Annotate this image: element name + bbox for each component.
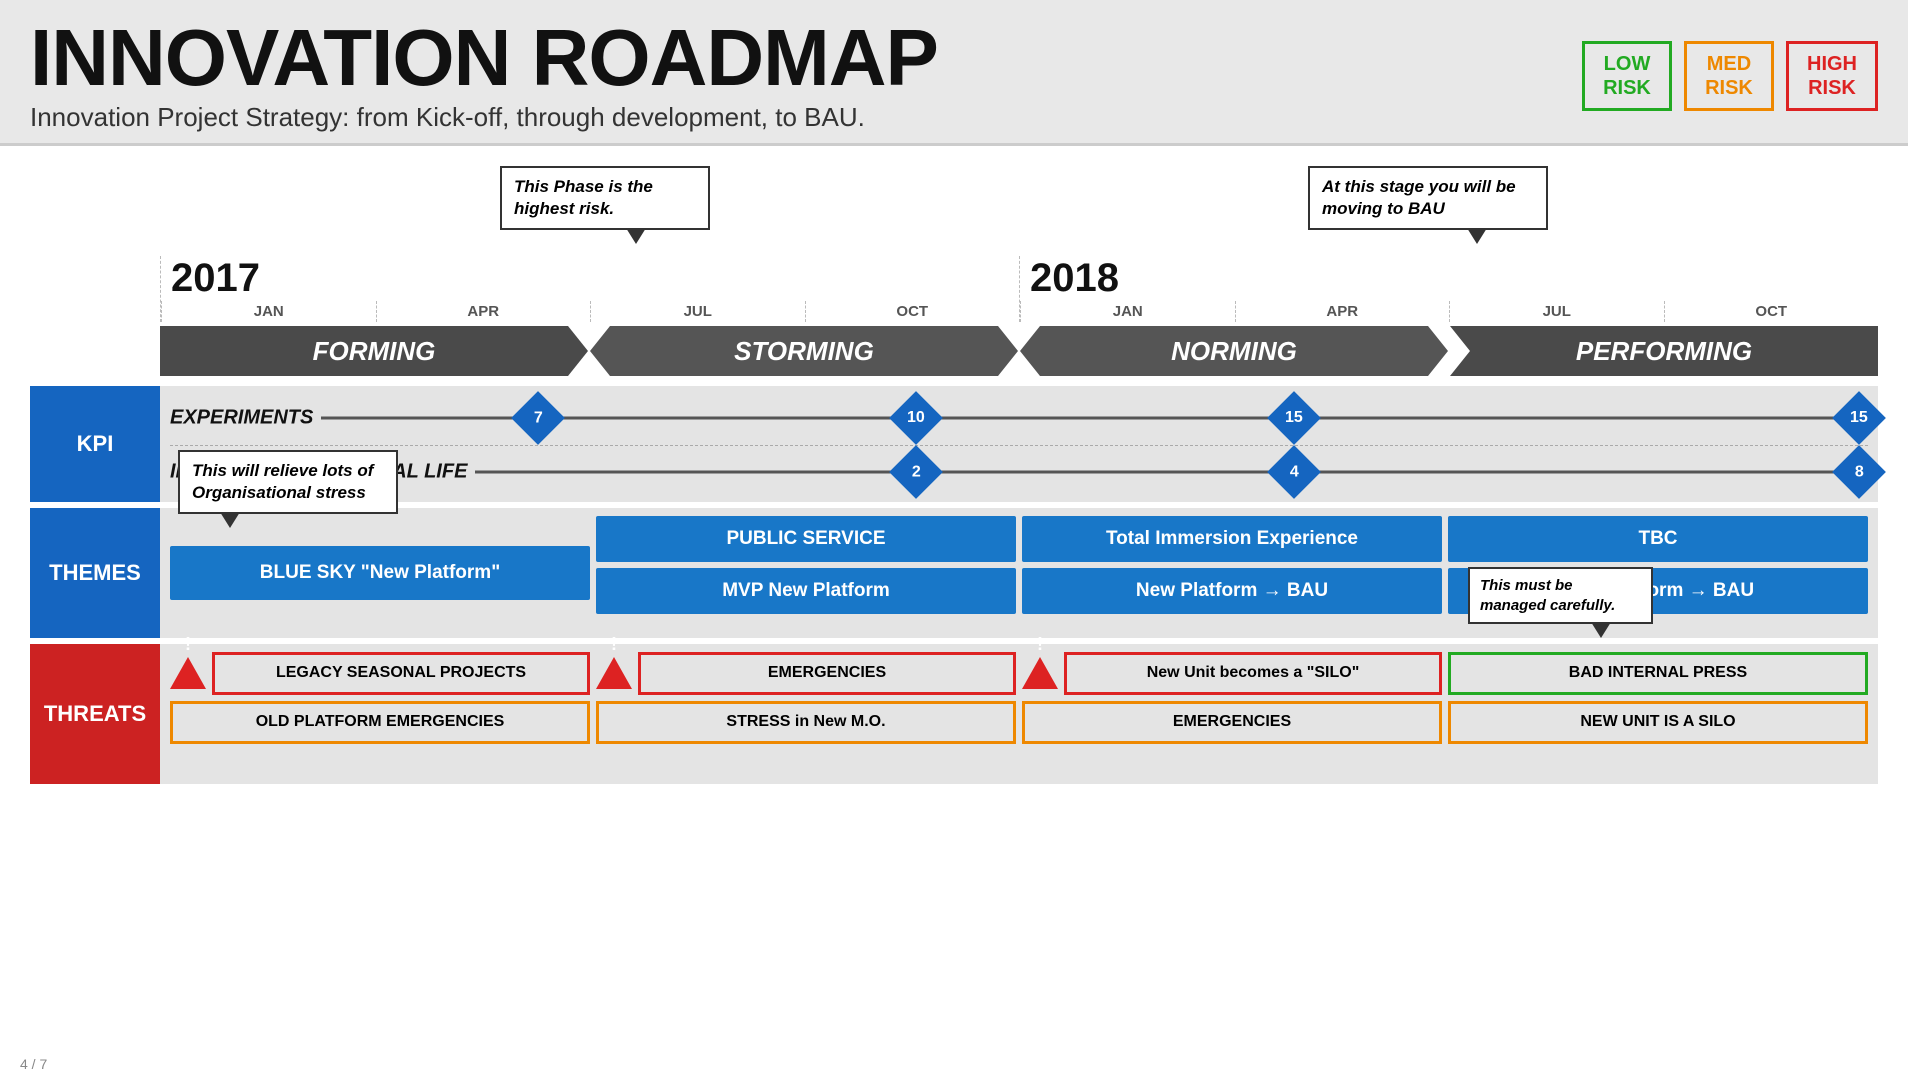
theme-public-service: PUBLIC SERVICE [596,516,1016,562]
threat-callout: This must be managed carefully. [1468,567,1653,624]
threat-emergencies-row: ! EMERGENCIES [596,652,1016,695]
header-left: INNOVATION ROADMAP Innovation Project St… [30,18,938,133]
exclaim-icon-2: ! [596,657,632,689]
kpi-content: EXPERIMENTS 7 10 15 15 INNOVATIONS INTO … [160,386,1878,502]
subtitle: Innovation Project Strategy: from Kick-o… [30,102,938,133]
storming-callout: This Phase is the highest risk. [500,166,710,230]
year-2017: 2017 [161,256,1019,301]
kpi-experiments-line [170,416,1868,419]
threat-new-unit-is-silo: NEW UNIT IS A SILO [1448,701,1868,744]
threat-old-platform: OLD PLATFORM EMERGENCIES [170,701,590,744]
performing-callout: At this stage you will be moving to BAU [1308,166,1548,230]
month-apr-2017: APR [376,301,591,322]
month-oct-2018: OCT [1664,301,1879,322]
themes-callout: This will relieve lots of Organisational… [178,450,398,514]
themes-col-2: PUBLIC SERVICE MVP New Platform [596,516,1016,630]
month-jan-2017: JAN [161,301,376,322]
threat-new-unit-silo: New Unit becomes a "SILO" [1064,652,1442,695]
month-apr-2018: APR [1235,301,1450,322]
kpi-diamond-4: 4 [1267,445,1321,499]
month-jul-2017: JUL [590,301,805,322]
threats-col-3: ! New Unit becomes a "SILO" EMERGENCIES [1022,652,1442,776]
month-jan-2018: JAN [1020,301,1235,322]
theme-total-immersion: Total Immersion Experience [1022,516,1442,562]
high-risk-badge: HIGHRISK [1786,41,1878,111]
threat-emergencies-1: EMERGENCIES [638,652,1016,695]
threat-legacy-seasonal: LEGACY SEASONAL PROJECTS [212,652,590,695]
themes-label: THEMES [30,508,160,638]
themes-col-1: BLUE SKY "New Platform" [170,516,590,630]
kpi-label: KPI [30,386,160,502]
risk-badges: LOWRISK MEDRISK HIGHRISK [1582,41,1878,111]
threats-content: ! LEGACY SEASONAL PROJECTS OLD PLATFORM … [160,644,1878,784]
kpi-diamond-10: 10 [889,391,943,445]
phase-forming: FORMING [160,326,588,376]
phase-norming: NORMING [1020,326,1448,376]
main-content: This Phase is the highest risk. At this … [0,146,1908,794]
header: INNOVATION ROADMAP Innovation Project St… [0,0,1908,146]
threat-legacy-row: ! LEGACY SEASONAL PROJECTS [170,652,590,695]
kpi-experiments-label: EXPERIMENTS [170,406,321,429]
threats-col-2: ! EMERGENCIES STRESS in New M.O. [596,652,1016,776]
threats-col-4: This must be managed carefully. BAD INTE… [1448,652,1868,776]
timeline-area: 2017 JAN APR JUL OCT 2018 JAN APR JUL [30,256,1878,376]
main-title: INNOVATION ROADMAP [30,18,938,98]
month-oct-2017: OCT [805,301,1020,322]
year-2018: 2018 [1020,256,1878,301]
threat-emergencies-2: EMERGENCIES [1022,701,1442,744]
exclaim-icon-1: ! [170,657,206,689]
kpi-diamond-7: 7 [511,391,565,445]
low-risk-badge: LOWRISK [1582,41,1672,111]
threats-label: THREATS [30,644,160,784]
threats-col-1: ! LEGACY SEASONAL PROJECTS OLD PLATFORM … [170,652,590,776]
month-jul-2018: JUL [1449,301,1664,322]
kpi-innovations-track: INNOVATIONS INTO REAL LIFE 2 4 8 [160,446,1878,498]
threat-stress: STRESS in New M.O. [596,701,1016,744]
phase-storming: STORMING [590,326,1018,376]
theme-tbc: TBC [1448,516,1868,562]
themes-col-3: Total Immersion Experience New Platform … [1022,516,1442,630]
footer: 4 / 7 [20,1056,47,1072]
phase-performing: PERFORMING [1450,326,1878,376]
exclaim-icon-3: ! [1022,657,1058,689]
kpi-diamond-8: 8 [1832,445,1886,499]
kpi-diamond-15a: 15 [1267,391,1321,445]
kpi-experiments-track: EXPERIMENTS 7 10 15 15 [160,390,1878,445]
theme-new-platform-bau-1: New Platform → BAU [1022,568,1442,614]
slide: INNOVATION ROADMAP Innovation Project St… [0,0,1908,1080]
threats-section: THREATS ! LEGACY SEASONAL PROJECTS OLD P… [30,644,1878,784]
theme-blue-sky: BLUE SKY "New Platform" [170,546,590,600]
threat-silo-row: ! New Unit becomes a "SILO" [1022,652,1442,695]
threat-bad-internal-press: BAD INTERNAL PRESS [1448,652,1868,695]
theme-mvp: MVP New Platform [596,568,1016,614]
kpi-diamond-2: 2 [889,445,943,499]
kpi-diamond-15b: 15 [1832,391,1886,445]
med-risk-badge: MEDRISK [1684,41,1774,111]
